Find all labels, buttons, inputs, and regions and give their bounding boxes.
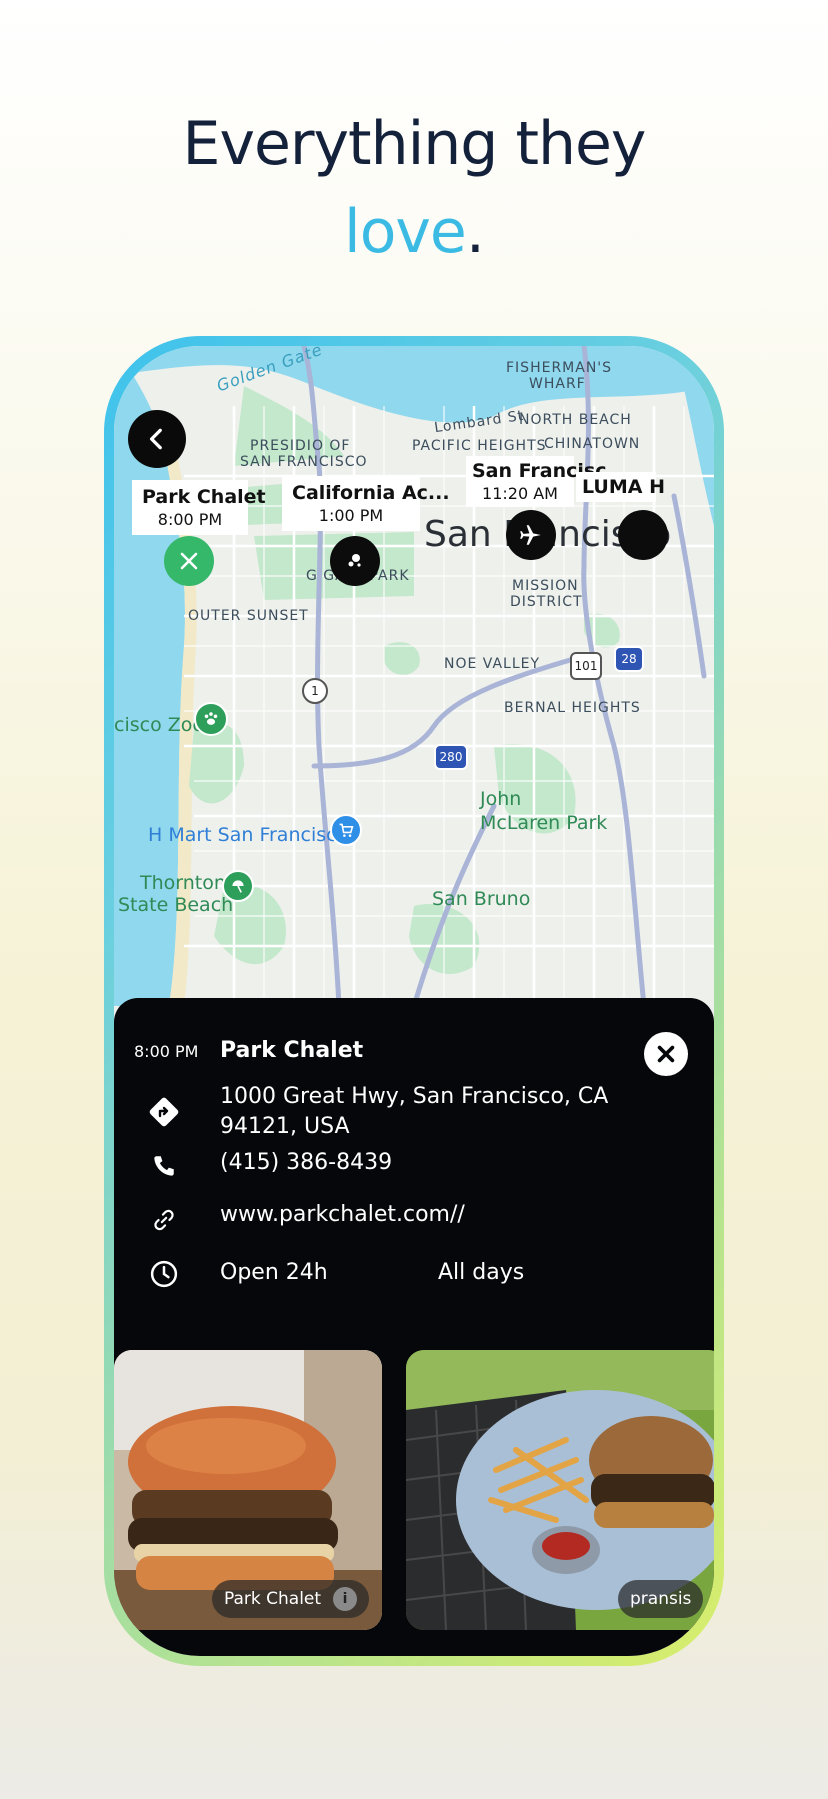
back-button[interactable] bbox=[128, 410, 186, 468]
place-photo-1[interactable]: Park Chalet i bbox=[114, 1350, 382, 1630]
photo-caption[interactable]: Park Chalet i bbox=[212, 1580, 370, 1618]
headline-accent: love bbox=[344, 197, 467, 267]
map-label-pacific-heights: PACIFIC HEIGHTS bbox=[412, 438, 547, 454]
map-label-noe-valley: NOE VALLEY bbox=[444, 656, 541, 672]
marker-card-california-academy[interactable]: California Ac... 1:00 PM bbox=[282, 476, 450, 531]
marker-title: California Ac... bbox=[292, 482, 450, 504]
website-link[interactable]: www.parkchalet.com// bbox=[220, 1200, 465, 1230]
shopping-cart-icon[interactable] bbox=[330, 814, 362, 846]
close-icon bbox=[657, 1045, 675, 1063]
info-icon[interactable]: i bbox=[333, 1587, 358, 1611]
photo-caption[interactable]: pransis bbox=[618, 1580, 704, 1618]
chevron-left-icon bbox=[149, 428, 162, 450]
opening-days: All days bbox=[438, 1260, 525, 1285]
zoo-paw-icon[interactable] bbox=[194, 702, 228, 736]
map-label-presidio-1: PRESIDIO OF bbox=[250, 438, 351, 454]
close-button[interactable] bbox=[644, 1032, 688, 1076]
marker-title: LUMA H bbox=[582, 476, 665, 498]
hwy-280b-shield: 28 bbox=[614, 646, 644, 672]
photo-caption-text: pransis bbox=[630, 1589, 692, 1609]
place-detail-sheet: 8:00 PM Park Chalet 1000 Great Hwy, San … bbox=[114, 998, 714, 1656]
map-label-north-beach: NORTH BEACH bbox=[519, 412, 632, 428]
marker-time: 1:00 PM bbox=[318, 506, 384, 525]
hwy-101-shield: 101 bbox=[570, 652, 602, 680]
phone-icon bbox=[146, 1148, 182, 1184]
place-name: Park Chalet bbox=[220, 1038, 364, 1063]
map-label-zoo: cisco Zoo bbox=[114, 714, 204, 736]
headline-line1: Everything they bbox=[182, 109, 647, 179]
opening-hours: Open 24h bbox=[220, 1260, 328, 1285]
marker-title: San Francisc bbox=[472, 460, 607, 482]
restaurant-pin-icon[interactable] bbox=[164, 536, 214, 586]
map-label-san-bruno: San Bruno bbox=[432, 888, 531, 910]
museum-pin-icon[interactable] bbox=[330, 536, 380, 586]
beach-icon[interactable] bbox=[222, 870, 254, 902]
marker-time: 11:20 AM bbox=[482, 484, 558, 503]
directions-icon bbox=[146, 1094, 182, 1130]
map-label-mission-2: DISTRICT bbox=[510, 594, 583, 610]
marker-card-sfo[interactable]: San Francisc 11:20 AM bbox=[466, 456, 607, 507]
phone-number[interactable]: (415) 386-8439 bbox=[220, 1148, 392, 1178]
visit-time: 8:00 PM bbox=[134, 1042, 199, 1061]
headline-punct: . bbox=[465, 197, 485, 267]
map-label-thornton-2: State Beach bbox=[118, 894, 234, 916]
clock-icon bbox=[146, 1256, 182, 1292]
map-label-bernal-heights: BERNAL HEIGHTS bbox=[504, 700, 641, 716]
map-label-chinatown: CHINATOWN bbox=[544, 436, 641, 452]
map-label-thornton-1: Thornton bbox=[140, 872, 226, 894]
map-label-mission-1: MISSION bbox=[512, 578, 579, 594]
place-photo-2[interactable]: pransis bbox=[406, 1350, 714, 1630]
marker-time: 8:00 PM bbox=[157, 510, 223, 529]
headline: Everything they love. bbox=[0, 100, 828, 276]
photo-caption-text: Park Chalet bbox=[224, 1589, 322, 1609]
phone-frame: Golden Gate FISHERMAN'S WHARF Lombard St… bbox=[104, 336, 724, 1666]
marker-card-park-chalet[interactable]: Park Chalet 8:00 PM bbox=[132, 480, 266, 535]
map-label-fishermans: FISHERMAN'S bbox=[506, 360, 613, 376]
map-label-outer-sunset: OUTER SUNSET bbox=[188, 608, 309, 624]
map-label-hmart[interactable]: H Mart San Francisco bbox=[148, 824, 348, 846]
map-label-wharf: WHARF bbox=[529, 376, 586, 392]
marker-card-luma[interactable]: LUMA H bbox=[576, 472, 665, 502]
headline-line2: love. bbox=[0, 188, 828, 276]
hwy-1-shield: 1 bbox=[302, 678, 328, 704]
address-text[interactable]: 1000 Great Hwy, San Francisco, CA 94121,… bbox=[220, 1082, 640, 1142]
phone-screen: Golden Gate FISHERMAN'S WHARF Lombard St… bbox=[114, 346, 714, 1656]
map-label-mclaren-park: McLaren Park bbox=[480, 812, 608, 834]
airplane-pin-icon[interactable] bbox=[506, 510, 556, 560]
marker-title: Park Chalet bbox=[142, 486, 266, 508]
link-icon bbox=[146, 1202, 182, 1238]
map-label-john: John bbox=[480, 788, 522, 810]
map-label-presidio-2: SAN FRANCISCO bbox=[240, 454, 368, 470]
hwy-280-shield: 280 bbox=[434, 744, 468, 770]
hotel-pin-icon[interactable] bbox=[618, 510, 668, 560]
map-view[interactable]: Golden Gate FISHERMAN'S WHARF Lombard St… bbox=[114, 346, 714, 1006]
